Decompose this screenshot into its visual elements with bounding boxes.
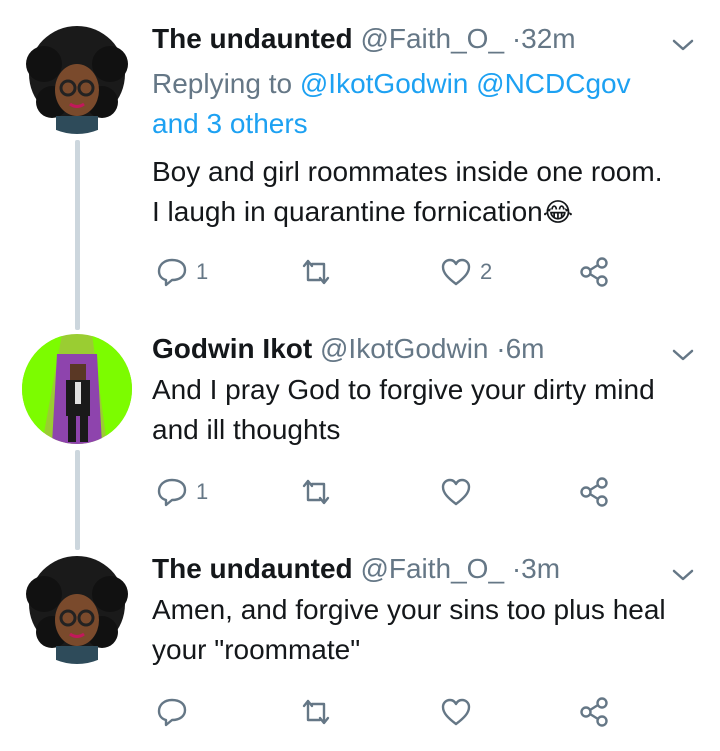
tweet-text: Amen, and forgive your sins too plus hea… [152, 590, 712, 670]
replying-to: Replying to @IkotGodwin @NCDCgov and 3 o… [152, 64, 692, 144]
share-icon [578, 256, 610, 288]
tweet-text: And I pray God to forgive your dirty min… [152, 370, 712, 450]
tweet-text-line: Amen, and forgive your sins too plus hea… [152, 594, 666, 625]
user-handle[interactable]: @Faith_O_ [360, 23, 504, 54]
like-icon [440, 697, 472, 727]
share-button[interactable] [578, 692, 610, 732]
reply-mentions-link[interactable]: @IkotGodwin @NCDCgov [300, 68, 631, 99]
reply-count: 1 [196, 479, 209, 504]
tweet-text-line: I laugh in quarantine fornication😂 [152, 192, 712, 232]
tweet[interactable]: Godwin Ikot @IkotGodwin ·6m And I pray G… [0, 330, 720, 550]
grinning-squinting-emoji: 😂 [542, 197, 574, 227]
like-icon [440, 477, 472, 507]
reply-icon [156, 476, 188, 508]
replying-to-label: Replying to [152, 68, 293, 99]
tweet-text: Boy and girl roommates inside one room. … [152, 152, 712, 232]
chevron-down-icon[interactable] [668, 566, 698, 586]
share-icon [578, 696, 610, 728]
retweet-button[interactable] [298, 252, 342, 292]
reply-icon [156, 696, 188, 728]
tweet-actions [152, 692, 632, 732]
display-name[interactable]: The undaunted [152, 553, 353, 584]
retweet-icon [298, 696, 334, 728]
reply-button[interactable]: 1 [156, 472, 208, 512]
separator-dot: · [511, 23, 522, 54]
user-handle[interactable]: @IkotGodwin [320, 333, 489, 364]
separator-dot: · [496, 333, 506, 364]
tweet[interactable]: The undaunted @Faith_O_ ·3m Amen, and fo… [0, 550, 720, 751]
avatar[interactable] [22, 334, 132, 444]
reply-icon [156, 256, 188, 288]
tweet-text-line: and ill thoughts [152, 414, 341, 445]
share-icon [578, 476, 610, 508]
reply-button[interactable]: 1 [156, 252, 208, 292]
retweet-icon [298, 256, 334, 288]
reply-others-link[interactable]: and 3 others [152, 108, 308, 139]
like-button[interactable]: 2 [440, 252, 492, 292]
retweet-icon [298, 476, 334, 508]
timestamp[interactable]: 32m [521, 23, 575, 54]
tweet-header: The undaunted @Faith_O_ ·32m [152, 22, 576, 56]
retweet-button[interactable] [298, 692, 342, 732]
tweet-text-line-content: I laugh in quarantine fornication [152, 196, 543, 227]
like-count: 2 [480, 259, 493, 284]
tweet-text-line: your "roommate" [152, 634, 361, 665]
tweet-header: The undaunted @Faith_O_ ·3m [152, 552, 560, 586]
display-name[interactable]: Godwin Ikot [152, 333, 312, 364]
tweet-actions: 1 [152, 472, 632, 512]
reply-count: 1 [196, 259, 209, 284]
timestamp[interactable]: 6m [506, 333, 545, 364]
tweet[interactable]: The undaunted @Faith_O_ ·32m Replying to… [0, 0, 720, 330]
timestamp[interactable]: 3m [521, 553, 560, 584]
reply-button[interactable] [156, 692, 196, 732]
avatar[interactable] [22, 24, 132, 134]
user-handle[interactable]: @Faith_O_ [360, 553, 504, 584]
tweet-text-line: Boy and girl roommates inside one room. [152, 156, 663, 187]
chevron-down-icon[interactable] [668, 36, 698, 56]
like-button[interactable] [440, 472, 480, 512]
chevron-down-icon[interactable] [668, 346, 698, 366]
like-button[interactable] [440, 692, 480, 732]
tweet-header: Godwin Ikot @IkotGodwin ·6m [152, 332, 545, 366]
share-button[interactable] [578, 252, 610, 292]
avatar[interactable] [22, 554, 132, 664]
share-button[interactable] [578, 472, 610, 512]
display-name[interactable]: The undaunted [152, 23, 353, 54]
tweet-text-line: And I pray God to forgive your dirty min… [152, 374, 655, 405]
tweet-actions: 1 2 [152, 252, 632, 292]
like-icon [440, 257, 472, 287]
retweet-button[interactable] [298, 472, 342, 512]
separator-dot: · [511, 553, 522, 584]
